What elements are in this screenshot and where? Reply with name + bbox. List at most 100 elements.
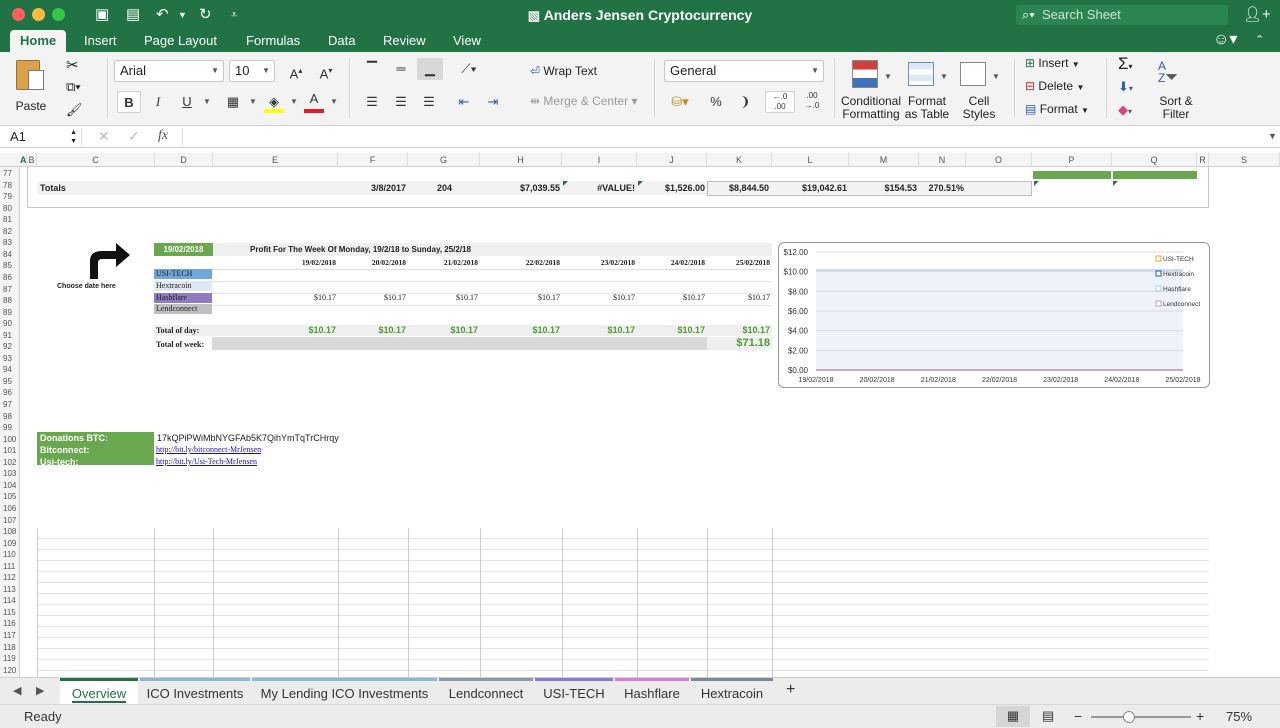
row-header[interactable]: 83 bbox=[0, 237, 20, 249]
row-header[interactable]: 77 bbox=[0, 168, 20, 180]
column-header[interactable]: C bbox=[37, 153, 155, 167]
row-header[interactable]: 120 bbox=[0, 665, 20, 677]
row-header[interactable]: 98 bbox=[0, 411, 20, 423]
column-header[interactable]: R bbox=[1197, 153, 1209, 167]
row-header[interactable]: 109 bbox=[0, 538, 20, 550]
search-sheet-input[interactable]: ⌕▾ Search Sheet bbox=[1016, 5, 1228, 25]
bold-button[interactable]: B bbox=[117, 91, 141, 113]
font-name-select[interactable]: Arial ▼ bbox=[114, 60, 224, 82]
column-header[interactable]: B bbox=[27, 153, 37, 167]
column-header[interactable]: N bbox=[919, 153, 966, 167]
copy-icon[interactable]: ⧉▾ bbox=[66, 79, 81, 95]
column-header[interactable]: D bbox=[155, 153, 213, 167]
delete-cells-button[interactable]: ⊟ Delete ▼ bbox=[1025, 79, 1084, 93]
choose-date-arrow-icon[interactable] bbox=[86, 239, 132, 281]
align-bottom-button[interactable]: ▁ bbox=[417, 58, 443, 80]
sheet-tab-hextracoin[interactable]: Hextracoin bbox=[691, 678, 773, 704]
decrease-decimal-button[interactable]: .00 →.0 bbox=[797, 91, 827, 113]
row-header[interactable]: 111 bbox=[0, 561, 20, 573]
increase-decimal-button[interactable]: ←.0.00 bbox=[765, 91, 795, 113]
autosum-icon[interactable]: Σ▾ bbox=[1118, 54, 1133, 74]
column-header[interactable]: S bbox=[1209, 153, 1280, 167]
column-header[interactable]: H bbox=[480, 153, 562, 167]
borders-button[interactable]: ▦ bbox=[220, 91, 246, 113]
row-header[interactable]: 78 bbox=[0, 180, 20, 192]
font-color-button[interactable]: A bbox=[302, 88, 326, 113]
row-header[interactable]: 79 bbox=[0, 191, 20, 203]
row-header[interactable]: 86 bbox=[0, 272, 20, 284]
enter-check-icon[interactable]: ✓ bbox=[128, 128, 140, 145]
align-left-button[interactable]: ☰ bbox=[360, 91, 384, 113]
row-header[interactable]: 90 bbox=[0, 318, 20, 330]
collapse-ribbon-icon[interactable]: ⌃ bbox=[1255, 30, 1264, 50]
cell-styles-button[interactable]: ▼ Cell Styles bbox=[956, 58, 1002, 122]
column-header[interactable]: K bbox=[707, 153, 772, 167]
fill-color-button[interactable]: ◈ bbox=[262, 91, 286, 113]
row-header[interactable]: 117 bbox=[0, 630, 20, 642]
tab-formulas[interactable]: Formulas bbox=[236, 30, 310, 52]
number-format-select[interactable]: General ▼ bbox=[664, 60, 824, 82]
row-header[interactable]: 103 bbox=[0, 468, 20, 480]
sheet-tab-lendconnect[interactable]: Lendconnect bbox=[439, 678, 533, 704]
column-header[interactable]: J bbox=[637, 153, 707, 167]
row-header[interactable]: 99 bbox=[0, 422, 20, 434]
row-header[interactable]: 105 bbox=[0, 491, 20, 503]
row-header[interactable]: 96 bbox=[0, 387, 20, 399]
insert-function-button[interactable]: fx bbox=[158, 128, 168, 144]
orientation-button[interactable]: ⟋▾ bbox=[452, 58, 486, 80]
increase-indent-button[interactable]: ⇥ bbox=[481, 91, 505, 113]
row-header[interactable]: 100 bbox=[0, 434, 20, 446]
tab-data[interactable]: Data bbox=[318, 30, 365, 52]
page-layout-view-icon[interactable]: ▤ bbox=[1042, 708, 1054, 724]
align-top-button[interactable]: ▔ bbox=[360, 58, 384, 80]
decrease-indent-button[interactable]: ⇤ bbox=[452, 91, 476, 113]
row-header[interactable]: 95 bbox=[0, 376, 20, 388]
row-header[interactable]: 87 bbox=[0, 284, 20, 296]
merge-center-button[interactable]: ⇹ Merge & Center ▾ bbox=[530, 94, 637, 108]
column-header[interactable]: F bbox=[338, 153, 408, 167]
percent-style-button[interactable]: % bbox=[703, 91, 729, 113]
sort-filter-button[interactable]: A Z⏷ Sort & Filter bbox=[1152, 58, 1202, 122]
zoom-slider-thumb[interactable] bbox=[1123, 711, 1135, 723]
tab-home[interactable]: Home bbox=[10, 30, 67, 52]
sheet-tab-overview[interactable]: Overview bbox=[60, 678, 138, 704]
row-header[interactable]: 115 bbox=[0, 607, 20, 619]
column-header[interactable]: E bbox=[213, 153, 338, 167]
row-header[interactable]: 85 bbox=[0, 260, 20, 272]
normal-view-icon[interactable]: ▦ bbox=[996, 706, 1030, 727]
cut-icon[interactable]: ✂ bbox=[66, 56, 79, 74]
paste-button[interactable]: Paste bbox=[10, 58, 52, 118]
underline-dropdown-icon[interactable]: ▼ bbox=[203, 97, 211, 106]
fill-down-icon[interactable]: ⬇▾ bbox=[1118, 79, 1133, 95]
row-header[interactable]: 108 bbox=[0, 526, 20, 538]
prev-sheet-icon[interactable]: ◀ bbox=[13, 684, 21, 697]
wrap-text-button[interactable]: ⏎ Wrap Text bbox=[530, 64, 597, 78]
comma-style-button[interactable]: ❩ bbox=[733, 91, 757, 113]
align-right-button[interactable]: ☰ bbox=[417, 91, 441, 113]
column-header[interactable]: P bbox=[1032, 153, 1112, 167]
sheet-tab-hashflare[interactable]: Hashflare bbox=[615, 678, 689, 704]
row-header[interactable]: 110 bbox=[0, 549, 20, 561]
sheet-tab-my-lending-ico[interactable]: My Lending ICO Investments bbox=[252, 678, 437, 704]
fill-dropdown-icon[interactable]: ▼ bbox=[290, 97, 298, 106]
feedback-smiley-icon[interactable]: ☺▾ bbox=[1213, 30, 1237, 50]
column-header[interactable]: O bbox=[966, 153, 1032, 167]
zoom-level[interactable]: 75% bbox=[1226, 709, 1252, 724]
column-header[interactable]: M bbox=[849, 153, 919, 167]
row-header[interactable]: 81 bbox=[0, 214, 20, 226]
column-header[interactable]: L bbox=[772, 153, 849, 167]
row-header[interactable]: 113 bbox=[0, 584, 20, 596]
font-color-dropdown-icon[interactable]: ▼ bbox=[330, 97, 338, 106]
row-header[interactable]: 89 bbox=[0, 307, 20, 319]
add-sheet-icon[interactable]: + bbox=[786, 681, 795, 699]
sheet-tab-usi-tech[interactable]: USI-TECH bbox=[535, 678, 613, 704]
insert-cells-button[interactable]: ⊞ Insert ▼ bbox=[1025, 56, 1080, 70]
tab-review[interactable]: Review bbox=[373, 30, 436, 52]
row-header[interactable]: 104 bbox=[0, 480, 20, 492]
share-user-icon[interactable]: 👤︎+ bbox=[1243, 5, 1271, 25]
format-painter-icon[interactable]: 🖌︎ bbox=[66, 102, 83, 118]
borders-dropdown-icon[interactable]: ▼ bbox=[249, 97, 257, 106]
conditional-formatting-button[interactable]: ▼ Conditional Formatting bbox=[840, 58, 902, 122]
row-header[interactable]: 84 bbox=[0, 249, 20, 261]
next-sheet-icon[interactable]: ▶ bbox=[36, 684, 44, 697]
